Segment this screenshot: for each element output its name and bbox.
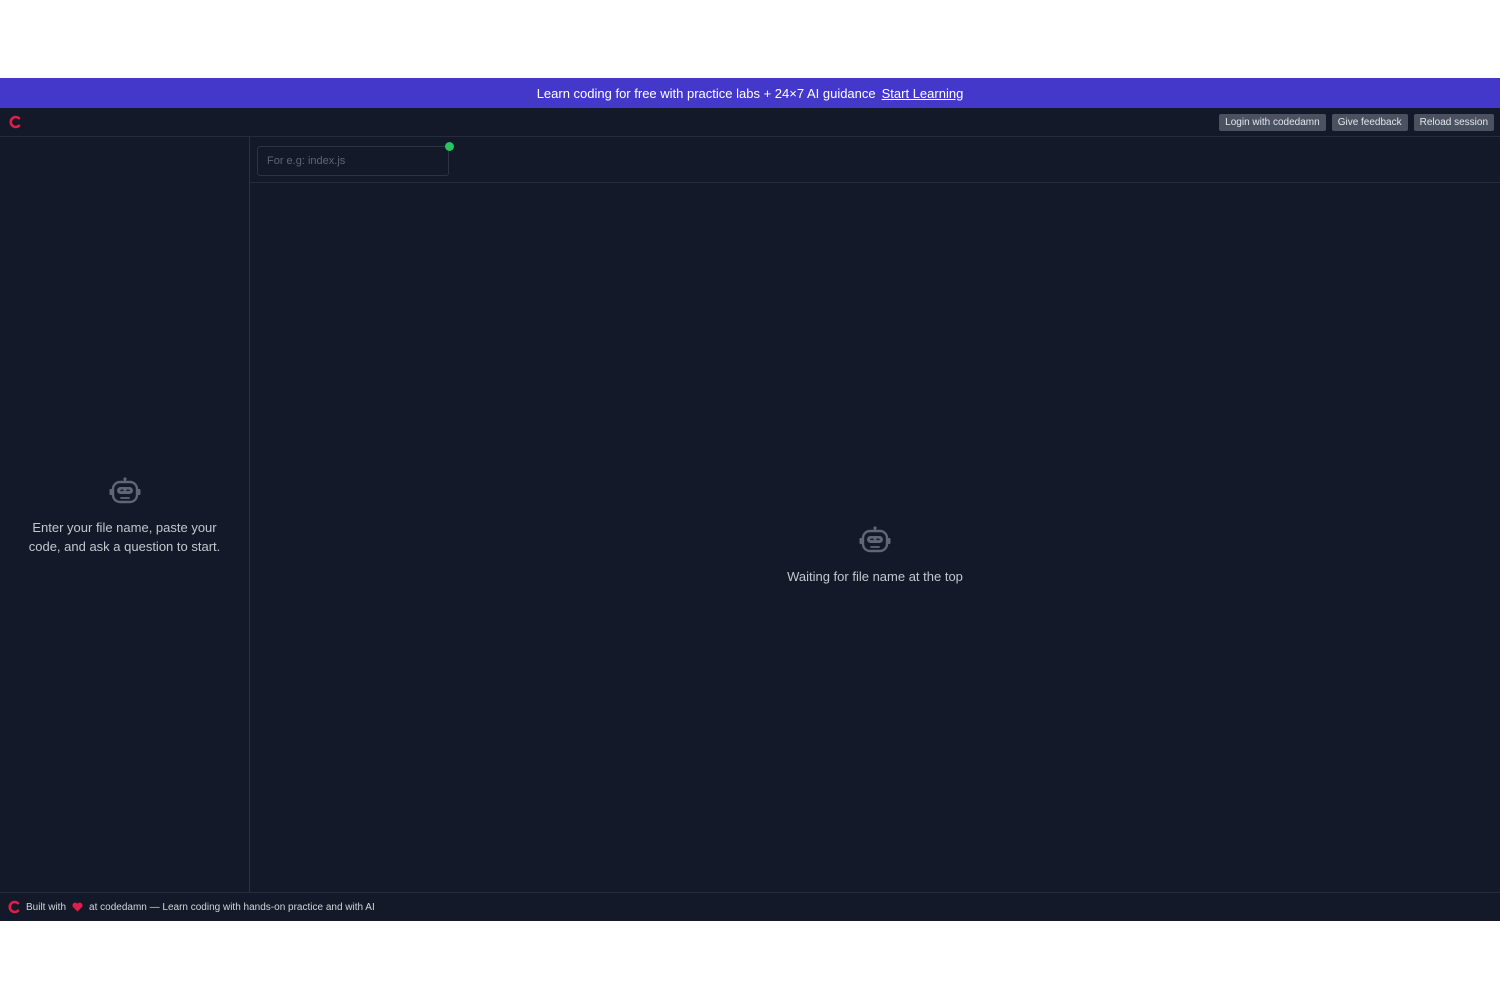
workspace: Enter your file name, paste your code, a… [0,137,1500,892]
robot-icon [858,525,892,561]
status-indicator [445,142,454,151]
file-name-bar [250,137,1500,183]
editor-panel: Waiting for file name at the top [250,137,1500,892]
editor-empty-state: Waiting for file name at the top [250,183,1500,892]
app-window: Learn coding for free with practice labs… [0,78,1500,921]
promo-banner: Learn coding for free with practice labs… [0,78,1500,108]
footer-text-after: at codedamn — Learn coding with hands-on… [89,901,375,913]
give-feedback-button[interactable]: Give feedback [1331,113,1408,131]
toolbar-actions: Login with codedamn Give feedback Reload… [1219,113,1494,131]
start-learning-link[interactable]: Start Learning [882,86,964,101]
login-button[interactable]: Login with codedamn [1219,113,1326,131]
codedamn-logo-icon[interactable] [8,115,22,129]
footer: Built with at codedamn — Learn coding wi… [0,892,1500,921]
footer-text-before: Built with [26,901,67,913]
promo-text: Learn coding for free with practice labs… [536,85,876,101]
waiting-message: Waiting for file name at the top [787,568,963,584]
chat-sidebar: Enter your file name, paste your code, a… [0,137,250,892]
reload-session-button[interactable]: Reload session [1413,113,1494,131]
heart-icon [72,902,83,912]
robot-icon [108,477,142,512]
top-toolbar: Login with codedamn Give feedback Reload… [0,108,1500,137]
file-name-input[interactable] [257,146,449,176]
sidebar-empty-message: Enter your file name, paste your code, a… [28,520,221,554]
codedamn-logo-icon[interactable] [8,900,20,914]
